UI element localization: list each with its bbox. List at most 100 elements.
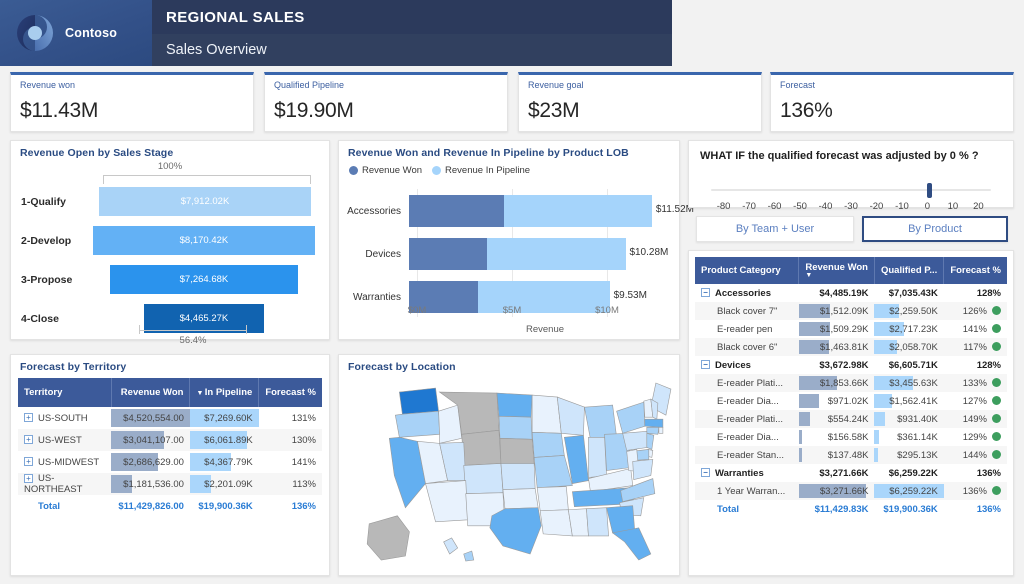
by-team-user-button[interactable]: By Team + User xyxy=(696,216,854,242)
state-AR[interactable] xyxy=(537,487,568,511)
lob-segment-revenue-won[interactable] xyxy=(409,238,487,270)
us-choropleth-map[interactable] xyxy=(339,373,679,573)
state-HI-2[interactable] xyxy=(464,551,474,561)
state-IN[interactable] xyxy=(588,437,606,477)
funnel-bar[interactable]: $7,912.02K xyxy=(99,187,311,216)
product-table[interactable]: Product Category Revenue Won ▼ Qualified… xyxy=(695,257,1007,518)
table-row[interactable]: −Accessories $4,485.19K $7,035.43K 128% xyxy=(695,284,1007,302)
button-label: By Product xyxy=(908,223,962,235)
state-PA[interactable] xyxy=(623,431,648,450)
expand-icon[interactable]: + xyxy=(24,457,33,466)
lob-segment-revenue-in-pipeline[interactable] xyxy=(487,238,626,270)
table-row[interactable]: +US-NORTHEAST $1,181,536.00 $2,201.09K 1… xyxy=(18,473,322,495)
column-header-revenue-won[interactable]: Revenue Won xyxy=(111,378,190,407)
state-MO[interactable] xyxy=(534,455,572,487)
kpi-card-qualified-pipeline[interactable]: Qualified Pipeline $19.90M xyxy=(264,72,508,132)
table-row[interactable]: 1 Year Warran... $3,271.66K $6,259.22K 1… xyxy=(695,482,1007,500)
column-header-forecast-pct[interactable]: Forecast % xyxy=(944,257,1007,284)
kpi-card-revenue-won[interactable]: Revenue won $11.43M xyxy=(10,72,254,132)
table-row[interactable]: E-reader Dia... $156.58K $361.14K 129% xyxy=(695,428,1007,446)
kpi-value: 136% xyxy=(771,90,1013,123)
slider-thumb[interactable] xyxy=(927,183,932,198)
lob-row[interactable]: Accessories $11.52M xyxy=(339,195,679,227)
state-AL[interactable] xyxy=(586,508,608,536)
column-header-in-pipeline[interactable]: ▼ In Pipeline xyxy=(190,378,259,407)
forecast-by-territory-table[interactable]: Forecast by Territory Territory Revenue … xyxy=(10,354,330,576)
table-row[interactable]: E-reader Stan... $137.48K $295.13K 144% xyxy=(695,446,1007,464)
expand-icon[interactable]: + xyxy=(24,474,33,483)
expand-icon[interactable]: + xyxy=(24,435,33,444)
table-row[interactable]: +US-MIDWEST $2,686,629.00 $4,367.79K 141… xyxy=(18,451,322,473)
state-NY[interactable] xyxy=(617,402,645,433)
lob-row[interactable]: Devices $10.28M xyxy=(339,238,679,270)
collapse-icon[interactable]: − xyxy=(701,288,710,297)
column-header-qualified-pipeline[interactable]: Qualified P... xyxy=(874,257,943,284)
state-TX[interactable] xyxy=(490,508,541,554)
state-FL[interactable] xyxy=(613,528,651,560)
state-WY[interactable] xyxy=(462,430,501,465)
state-AK[interactable] xyxy=(367,516,409,560)
kpi-card-revenue-goal[interactable]: Revenue goal $23M xyxy=(518,72,762,132)
table-row[interactable]: Black cover 7" $1,512.09K $2,259.50K 126… xyxy=(695,302,1007,320)
table-row[interactable]: E-reader Plati... $1,853.66K $3,455.63K … xyxy=(695,374,1007,392)
state-CT[interactable] xyxy=(647,427,659,434)
table-row[interactable]: +US-WEST $3,041,107.00 $6,061.89K 130% xyxy=(18,429,322,451)
revenue-open-by-sales-stage-chart[interactable]: Revenue Open by Sales Stage 100% 1-Quali… xyxy=(10,140,330,340)
map-svg[interactable] xyxy=(339,373,681,563)
column-header-revenue-won[interactable]: Revenue Won ▼ xyxy=(799,257,875,284)
by-product-button[interactable]: By Product xyxy=(862,216,1008,242)
table-row[interactable]: Black cover 6" $1,463.81K $2,058.70K 117… xyxy=(695,338,1007,356)
forecast-by-location-map[interactable]: Forecast by Location xyxy=(338,354,680,576)
table-row[interactable]: −Devices $3,672.98K $6,605.71K 128% xyxy=(695,356,1007,374)
legend-item-revenue-won[interactable]: Revenue Won xyxy=(349,165,422,176)
state-SD[interactable] xyxy=(499,416,532,439)
state-OR[interactable] xyxy=(395,411,439,437)
state-WA[interactable] xyxy=(399,388,438,414)
column-header-forecast-pct[interactable]: Forecast % xyxy=(259,378,322,407)
state-CO[interactable] xyxy=(464,463,503,493)
slider-rail[interactable] xyxy=(711,189,991,191)
expand-icon[interactable]: + xyxy=(24,413,33,422)
state-LA[interactable] xyxy=(540,510,572,536)
funnel-row[interactable]: 1-Qualify $7,912.02K xyxy=(11,187,329,216)
column-header-territory[interactable]: Territory xyxy=(18,378,111,407)
lob-segment-revenue-in-pipeline[interactable] xyxy=(504,195,653,227)
state-MA[interactable] xyxy=(645,419,663,427)
cell-category: −Devices xyxy=(695,356,799,374)
cell-qualified: $6,259.22K xyxy=(874,482,943,500)
table-row[interactable]: +US-SOUTH $4,520,554.00 $7,269.60K 131% xyxy=(18,407,322,429)
state-GA[interactable] xyxy=(607,506,635,533)
state-MN[interactable] xyxy=(532,395,561,433)
lob-segment-revenue-won[interactable] xyxy=(409,195,504,227)
revenue-by-product-lob-chart[interactable]: Revenue Won and Revenue In Pipeline by P… xyxy=(338,140,680,340)
table-row[interactable]: E-reader pen $1,509.29K $2,717.23K 141% xyxy=(695,320,1007,338)
legend-item-revenue-in-pipeline[interactable]: Revenue In Pipeline xyxy=(432,165,530,176)
state-WI[interactable] xyxy=(557,397,584,435)
table-row[interactable]: E-reader Dia... $971.02K $1,562.41K 127% xyxy=(695,392,1007,410)
collapse-icon[interactable]: − xyxy=(701,468,710,477)
state-HI[interactable] xyxy=(444,538,458,554)
collapse-icon[interactable]: − xyxy=(701,360,710,369)
kpi-card-forecast[interactable]: Forecast 136% xyxy=(770,72,1014,132)
state-VA[interactable] xyxy=(633,459,653,479)
product-category-table[interactable]: Product Category Revenue Won ▼ Qualified… xyxy=(688,250,1014,576)
cell-forecast: 136% xyxy=(944,464,1007,482)
what-if-panel[interactable]: WHAT IF the qualified forecast was adjus… xyxy=(688,140,1014,208)
what-if-slider[interactable] xyxy=(711,183,991,197)
funnel-bar[interactable]: $7,264.68K xyxy=(110,265,299,294)
state-KS[interactable] xyxy=(501,463,535,489)
territory-table[interactable]: Territory Revenue Won ▼ In Pipeline Fore… xyxy=(18,378,322,517)
table-row[interactable]: E-reader Plati... $554.24K $931.40K 149% xyxy=(695,410,1007,428)
state-NJ[interactable] xyxy=(647,433,654,449)
state-RI[interactable] xyxy=(659,427,663,433)
funnel-bar[interactable]: $8,170.42K xyxy=(93,226,316,255)
state-IA[interactable] xyxy=(532,432,564,457)
state-OK[interactable] xyxy=(503,489,538,509)
state-AZ[interactable] xyxy=(426,481,468,522)
funnel-row[interactable]: 2-Develop $8,170.42K xyxy=(11,226,329,255)
funnel-row[interactable]: 3-Propose $7,264.68K xyxy=(11,265,329,294)
state-NE[interactable] xyxy=(500,438,534,463)
state-ND[interactable] xyxy=(497,393,532,417)
table-row[interactable]: −Warranties $3,271.66K $6,259.22K 136% xyxy=(695,464,1007,482)
column-header-product-category[interactable]: Product Category xyxy=(695,257,799,284)
